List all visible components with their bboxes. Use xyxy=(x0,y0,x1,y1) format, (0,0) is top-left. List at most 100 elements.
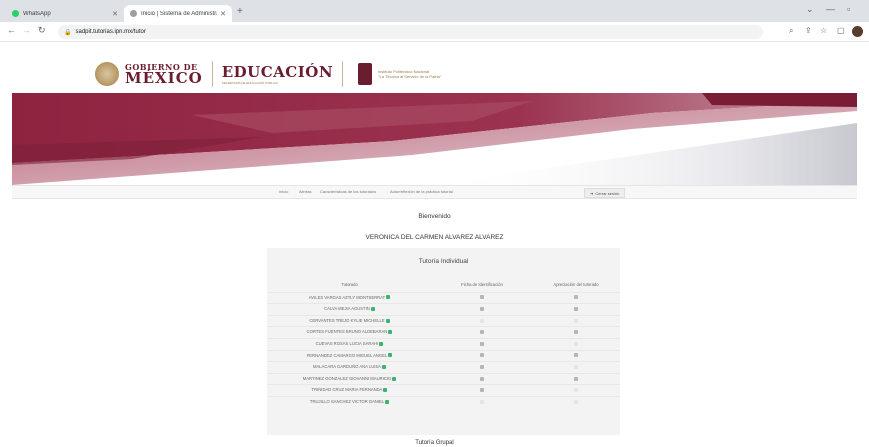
logout-button[interactable]: ➜ Cerrar sesión xyxy=(584,188,626,198)
table-row: FERNANDEZ CAMARGO MIGUEL ANGEL xyxy=(267,349,620,361)
ficha-status-icon[interactable] xyxy=(480,376,484,381)
status-green-icon[interactable] xyxy=(386,295,391,300)
site-icon xyxy=(130,10,137,17)
status-green-icon[interactable] xyxy=(385,318,390,323)
tutorado-name[interactable]: MARTINEZ GONZALEZ GIOVANNI MAURICIO xyxy=(303,376,392,381)
tutorado-cell: TRUJILLO SANCHEZ VICTOR DANIEL xyxy=(267,399,432,404)
url-text: sadpit.tutorias.ipn.mx/tutor xyxy=(75,29,146,35)
table-row: MARTINEZ GONZALEZ GIOVANNI MAURICIO xyxy=(267,372,620,384)
status-green-icon[interactable] xyxy=(385,399,390,404)
zoom-icon[interactable]: ⌕ xyxy=(789,26,793,36)
close-icon[interactable]: ✕ xyxy=(112,10,118,18)
ipn-shield-icon xyxy=(358,63,373,85)
back-icon[interactable]: ← xyxy=(7,25,16,35)
tutorado-cell: CERVANTES TREJO KYLIE MICHELLE xyxy=(267,318,432,323)
status-green-icon[interactable] xyxy=(388,353,393,358)
address-bar-row: ← → ↻ 🔒 sadpit.tutorias.ipn.mx/tutor ⌕ ⇪… xyxy=(0,22,869,42)
apreciacion-cell xyxy=(532,295,620,300)
browser-tab-bar: WhatsApp ✕ Inicio | Sistema de Administr… xyxy=(0,0,869,22)
tutoria-grupal-heading: Tutoría Grupal xyxy=(415,440,454,446)
tab-sistema[interactable]: Inicio | Sistema de Administraci ✕ xyxy=(124,5,232,22)
ficha-cell xyxy=(432,341,532,346)
tutorado-name[interactable]: FERNANDEZ CAMARGO MIGUEL ANGEL xyxy=(307,353,388,358)
status-green-icon[interactable] xyxy=(388,330,393,335)
ficha-cell xyxy=(432,376,532,381)
sidebar-icon[interactable]: ▢ xyxy=(837,26,845,35)
ficha-cell xyxy=(432,399,532,404)
apreciacion-status-icon[interactable] xyxy=(574,295,578,300)
menu-item-caracteristicas[interactable]: Características de los tutorados xyxy=(320,189,376,194)
tutorado-name[interactable]: CALVA MEJIA AGUSTIN xyxy=(324,306,370,311)
ficha-status-icon[interactable] xyxy=(480,388,484,393)
forward-icon[interactable]: → xyxy=(22,25,31,35)
tutorado-name[interactable]: TRUJILLO SANCHEZ VICTOR DANIEL xyxy=(310,399,384,404)
ficha-cell xyxy=(432,353,532,358)
educacion-text: EDUCACIÓN xyxy=(221,63,334,81)
apreciacion-status-icon[interactable] xyxy=(574,388,578,393)
welcome-heading: Bienvenido xyxy=(418,213,451,220)
apreciacion-status-icon[interactable] xyxy=(574,330,578,335)
ficha-status-icon[interactable] xyxy=(480,399,484,404)
tutorado-cell: MARTINEZ GONZALEZ GIOVANNI MAURICIO xyxy=(267,376,432,381)
table-row: AVILES VARGAS AZTLY MONTSERRAT xyxy=(267,291,620,303)
status-green-icon[interactable] xyxy=(381,365,386,370)
new-tab-icon[interactable]: + xyxy=(237,6,243,17)
chevron-down-icon[interactable]: ⌄ xyxy=(806,4,814,15)
status-green-icon[interactable] xyxy=(379,341,384,346)
gobierno-line2: MÉXICO xyxy=(125,68,203,87)
menu-item-autorreflexion[interactable]: Autorreflexión de la práctica tutorial xyxy=(390,189,453,194)
url-field[interactable]: 🔒 sadpit.tutorias.ipn.mx/tutor xyxy=(58,25,763,39)
gobierno-seal-icon xyxy=(95,62,119,86)
tutorado-name[interactable]: CORTES FUENTES BRUNO ALDEBARAN xyxy=(307,329,388,334)
share-icon[interactable]: ⇪ xyxy=(805,26,812,35)
tutorado-name[interactable]: CERVANTES TREJO KYLIE MICHELLE xyxy=(309,318,384,323)
apreciacion-status-icon[interactable] xyxy=(574,341,578,346)
apreciacion-cell xyxy=(532,318,620,323)
ficha-status-icon[interactable] xyxy=(480,365,484,370)
reload-icon[interactable]: ↻ xyxy=(38,25,46,36)
tutorado-name[interactable]: MALACARA GARDUÑO ANA LUISA xyxy=(313,364,381,369)
educacion-subtitle: SECRETARÍA DE EDUCACIÓN PÚBLICA xyxy=(221,81,278,85)
apreciacion-status-icon[interactable] xyxy=(574,399,578,404)
tutorado-name[interactable]: AVILES VARGAS AZTLY MONTSERRAT xyxy=(309,295,385,300)
lock-icon: 🔒 xyxy=(64,29,72,36)
ficha-status-icon[interactable] xyxy=(480,330,484,335)
ficha-status-icon[interactable] xyxy=(480,341,484,346)
ficha-status-icon[interactable] xyxy=(480,353,484,358)
menu-item-inicio[interactable]: Inicio xyxy=(279,189,288,194)
user-name: VERONICA DEL CARMEN ALVAREZ ALVAREZ xyxy=(365,234,504,241)
profile-avatar[interactable] xyxy=(852,26,863,37)
tab-whatsapp[interactable]: WhatsApp ✕ xyxy=(6,5,124,22)
gobierno-logo: GOBIERNO DE MÉXICO xyxy=(125,63,203,86)
table-row: MALACARA GARDUÑO ANA LUISA xyxy=(267,361,620,372)
status-green-icon[interactable] xyxy=(392,376,397,381)
apreciacion-status-icon[interactable] xyxy=(574,365,578,370)
table-header-row: Tutorado Ficha de Identificación Apreciaci… xyxy=(267,280,620,291)
column-header: Tutorado xyxy=(341,282,358,287)
tutorado-cell: FERNANDEZ CAMARGO MIGUEL ANGEL xyxy=(267,353,432,358)
ficha-status-icon[interactable] xyxy=(480,307,484,312)
ipn-line2: "La Técnica al Servicio de la Patria" xyxy=(378,74,442,79)
ficha-cell xyxy=(432,387,532,393)
status-green-icon[interactable] xyxy=(383,388,388,393)
ipn-text: Instituto Politécnico Nacional "La Técni… xyxy=(378,69,448,79)
logo-divider xyxy=(342,61,344,87)
tutorado-name[interactable]: CUEVAS ROSAS LUCIA SARAHI xyxy=(316,341,379,346)
apreciacion-status-icon[interactable] xyxy=(574,353,578,358)
status-green-icon[interactable] xyxy=(370,307,375,312)
ficha-status-icon[interactable] xyxy=(480,295,484,300)
menu-item-alertas[interactable]: Alertas xyxy=(299,189,311,194)
tutorado-name[interactable]: TRINIDAD CRUZ MARIA FERNANDA xyxy=(312,387,383,392)
close-icon[interactable]: ✕ xyxy=(220,10,226,18)
apreciacion-cell xyxy=(532,353,620,358)
maximize-icon[interactable]: ▫ xyxy=(847,4,850,14)
ficha-cell xyxy=(432,295,532,300)
apreciacion-status-icon[interactable] xyxy=(574,376,578,381)
main-menu: Inicio Alertas Características de los tu… xyxy=(12,185,857,199)
banner-graphic xyxy=(12,93,857,185)
apreciacion-status-icon[interactable] xyxy=(574,318,578,323)
minimize-icon[interactable]: — xyxy=(826,4,835,14)
bookmark-star-icon[interactable]: ☆ xyxy=(820,26,827,35)
ficha-status-icon[interactable] xyxy=(480,318,484,323)
apreciacion-status-icon[interactable] xyxy=(574,307,578,312)
